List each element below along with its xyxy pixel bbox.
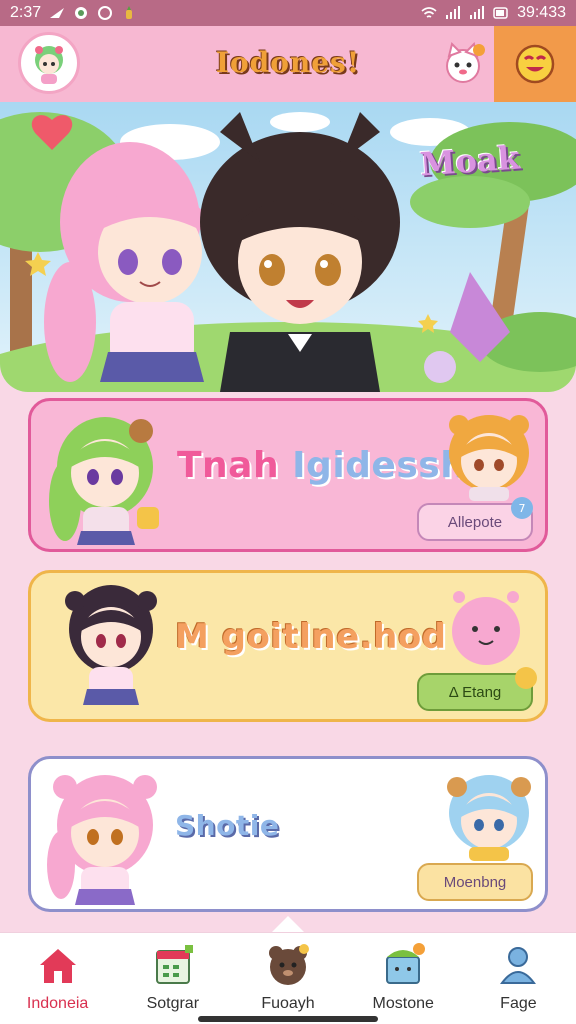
app-header: Iodones! xyxy=(0,26,576,102)
feature-card-1[interactable]: Tnah Igidessh Allepote 7 xyxy=(28,398,548,552)
feature-card-2[interactable]: M goitlne.hod Δ Etang xyxy=(28,570,548,722)
nav-item-home[interactable]: Indoneia xyxy=(0,933,115,1024)
home-indicator[interactable] xyxy=(198,1016,378,1022)
send-icon xyxy=(50,8,65,18)
bear-icon xyxy=(269,944,309,985)
status-clock-right: 39:433 xyxy=(517,4,566,21)
leaf-icon xyxy=(75,7,88,19)
gift-icon xyxy=(386,943,426,984)
feature-card-3[interactable]: Shotie Moenbng xyxy=(28,756,548,912)
smile-face-icon xyxy=(515,44,555,84)
bottom-nav: Indoneia Sotgrar Fuoayh Mostone Fage xyxy=(0,932,576,1024)
card-1-badge: 7 xyxy=(511,497,533,519)
home-icon xyxy=(39,949,76,983)
shield-icon xyxy=(98,6,113,20)
person-icon xyxy=(500,947,537,984)
hero-banner[interactable]: Moak xyxy=(0,102,576,392)
cat-bell-icon[interactable] xyxy=(440,40,486,86)
pink-hair-girl-icon xyxy=(47,775,157,905)
signal-icon-2 xyxy=(470,6,485,19)
blue-hair-boy-icon xyxy=(447,775,531,861)
status-time: 2:37 xyxy=(10,4,42,21)
dark-hair-girl-icon xyxy=(65,585,157,705)
nav-item-calendar[interactable]: Sotgrar xyxy=(115,933,230,1024)
wifi-icon xyxy=(421,7,437,18)
card-3-button[interactable]: Moenbng xyxy=(417,863,533,901)
card-2-badge xyxy=(515,667,537,689)
card-1-title: Tnah Igidessh xyxy=(177,445,467,486)
battery-icon xyxy=(493,7,508,19)
card-2-title: M goitlne.hod xyxy=(175,617,447,657)
nav-item-gift[interactable]: Mostone xyxy=(346,933,461,1024)
page-title: Iodones! xyxy=(215,46,361,79)
nav-item-bear[interactable]: Fuoayh xyxy=(230,933,345,1024)
calendar-icon xyxy=(155,945,193,984)
orange-hair-boy-icon xyxy=(449,415,529,501)
green-hair-girl-icon xyxy=(49,417,159,545)
nav-item-profile[interactable]: Fage xyxy=(461,933,576,1024)
pineapple-icon xyxy=(126,6,133,19)
hero-title: Moak xyxy=(418,138,521,184)
status-bar: 2:37 39:433 xyxy=(0,0,576,26)
pink-blob-icon xyxy=(452,591,520,665)
signal-icon xyxy=(446,6,461,19)
card-3-title: Shotie xyxy=(175,809,280,842)
smile-face-button[interactable] xyxy=(494,26,576,102)
